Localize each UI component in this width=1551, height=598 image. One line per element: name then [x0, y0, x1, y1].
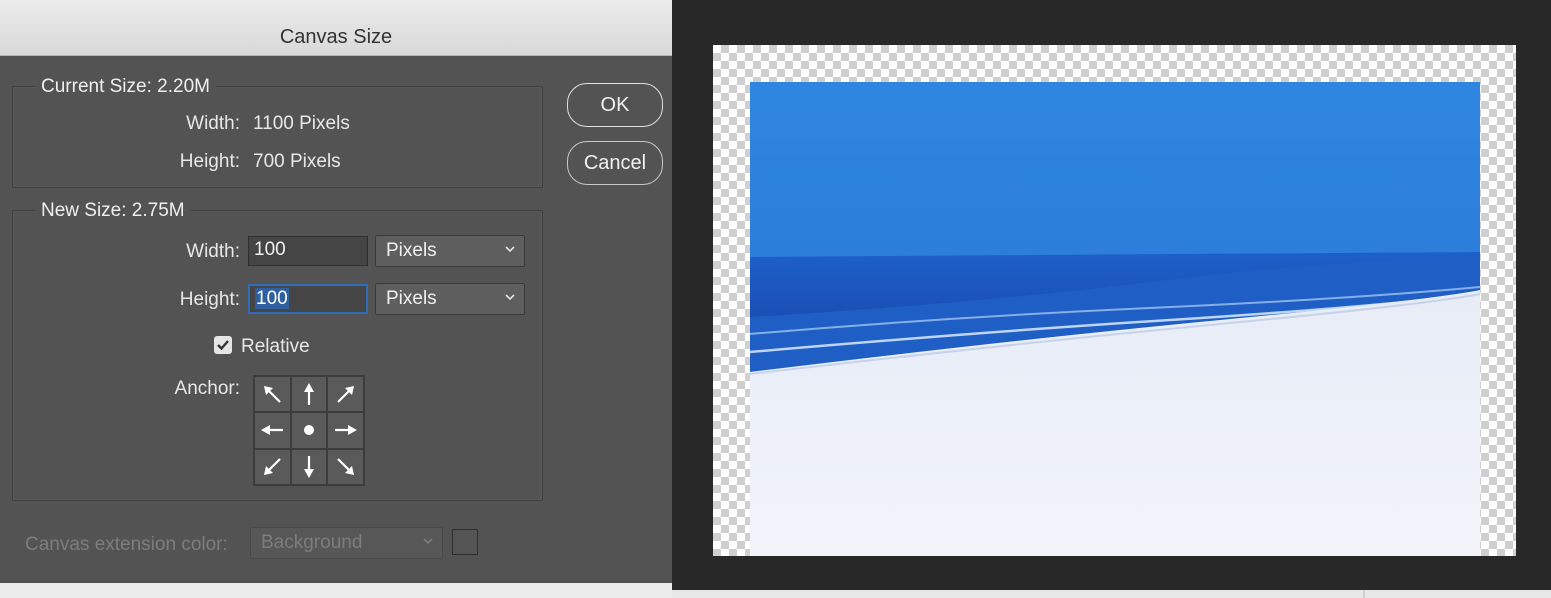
extension-color-swatch[interactable] [452, 529, 478, 555]
relative-checkbox[interactable] [214, 336, 232, 354]
new-width-value: 100 [254, 239, 286, 260]
arrow-up-left-icon [264, 386, 282, 403]
height-unit-select[interactable]: Pixels [375, 283, 525, 315]
anchor-top-right[interactable] [327, 376, 364, 413]
current-width-value: 1100 Pixels [253, 113, 350, 134]
anchor-bottom-left[interactable] [254, 448, 291, 485]
width-unit-value: Pixels [386, 240, 437, 261]
chevron-down-icon [505, 294, 515, 301]
relative-label[interactable]: Relative [241, 336, 310, 358]
anchor-center[interactable] [290, 412, 328, 449]
cancel-button[interactable]: Cancel [567, 141, 663, 185]
dialog-titlebar[interactable]: Canvas Size [0, 0, 672, 56]
anchor-right[interactable] [327, 412, 364, 449]
dialog-title: Canvas Size [279, 26, 393, 48]
arrow-down-icon [303, 455, 314, 478]
anchor-left[interactable] [254, 412, 291, 449]
beach-photo[interactable] [750, 82, 1480, 556]
arrow-down-left-icon [264, 458, 282, 475]
chevron-down-icon [505, 246, 515, 253]
anchor-label: Anchor: [174, 378, 240, 399]
height-unit-value: Pixels [386, 288, 437, 309]
anchor-top[interactable] [290, 376, 328, 413]
cancel-button-label: Cancel [583, 152, 647, 174]
arrow-up-icon [303, 383, 314, 406]
current-height-label: Height: [179, 151, 240, 172]
new-width-label: Width: [186, 241, 240, 262]
beach-image [750, 82, 1480, 556]
checkmark-icon [217, 340, 229, 351]
center-dot-icon [303, 425, 314, 436]
anchor-bottom-right[interactable] [327, 448, 364, 485]
canvas-size-dialog: Canvas Size Current Size: 2.20M Width: 1… [0, 0, 672, 598]
extension-color-select[interactable]: Background [250, 527, 443, 559]
extension-color-value: Background [261, 532, 363, 553]
extension-color-label: Canvas extension color: [25, 534, 228, 555]
new-height-label: Height: [179, 289, 240, 310]
new-height-input[interactable]: 100 [248, 284, 368, 314]
dialog-bottom-edge [0, 583, 672, 598]
dialog-panel: Current Size: 2.20M Width: 1100 Pixels H… [0, 56, 672, 583]
new-size-legend: New Size: 2.75M [35, 200, 191, 222]
arrow-right-icon [334, 425, 357, 436]
arrow-up-right-icon [336, 386, 354, 403]
arrow-down-right-icon [336, 458, 354, 475]
ok-button[interactable]: OK [567, 83, 663, 127]
current-width-label: Width: [186, 113, 240, 134]
window-divider [1363, 590, 1365, 598]
current-size-legend: Current Size: 2.20M [35, 76, 216, 98]
current-height-value: 700 Pixels [253, 151, 341, 172]
ok-button-label: OK [600, 94, 630, 116]
anchor-grid [253, 375, 365, 486]
new-width-input[interactable]: 100 [248, 236, 368, 266]
anchor-bottom[interactable] [290, 448, 328, 485]
arrow-left-icon [261, 425, 284, 436]
new-height-value: 100 [255, 288, 289, 309]
anchor-top-left[interactable] [254, 376, 291, 413]
width-unit-select[interactable]: Pixels [375, 235, 525, 267]
chevron-down-icon [423, 538, 433, 545]
